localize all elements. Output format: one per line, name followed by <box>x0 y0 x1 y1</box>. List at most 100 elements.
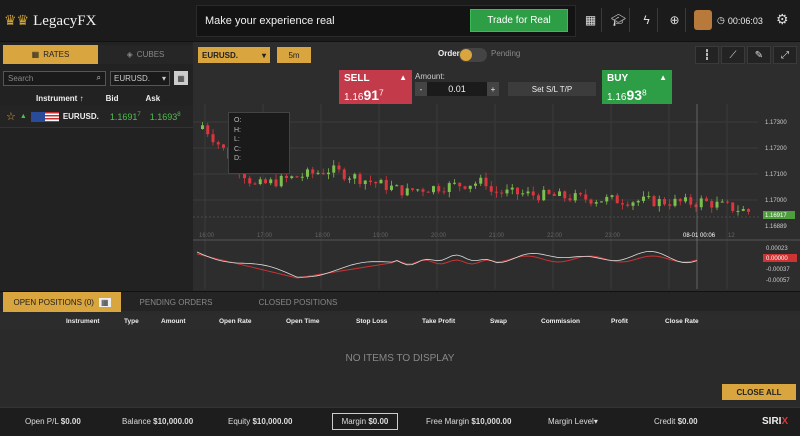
instrument-header: Instrument ↑ Bid Ask <box>0 90 193 106</box>
indicator-axis-label: -0.00037 <box>766 267 790 273</box>
star-icon[interactable]: ☆ <box>6 110 16 123</box>
session-timer: ◷ 00:06:03 <box>717 15 763 26</box>
free-margin-label: Free Margin <box>426 417 470 426</box>
chart-panel: EURUSD. ▾ 5m Order Pending ┇ ⟋ ✎ ⤢ SELL … <box>193 42 800 291</box>
equity: Equity $10,000.00 <box>228 417 293 426</box>
grid-icon: ▦ <box>31 50 40 59</box>
ohlc-low: L: <box>234 136 240 143</box>
fullscreen-icon[interactable]: ⤢ <box>773 46 797 64</box>
margin-level[interactable]: Margin Level▾ <box>548 417 598 426</box>
clock-icon: ◷ <box>717 15 725 25</box>
margin-value: $0.00 <box>368 417 389 426</box>
amount-label: Amount: <box>415 72 445 81</box>
bid-price[interactable]: 1.16917 <box>110 112 141 122</box>
candlestick-icon[interactable]: ┇ <box>695 46 719 64</box>
candle-body <box>474 183 477 186</box>
tab-closed-positions[interactable]: CLOSED POSITIONS <box>253 292 343 312</box>
lightning-icon[interactable]: ϟ <box>636 8 658 32</box>
time-axis-label: 08-01 00:06 <box>683 233 716 239</box>
candle-body <box>605 196 609 202</box>
price-axis-label: 1.17300 <box>765 120 787 126</box>
price-axis-label: 1.16917 <box>765 213 787 219</box>
order-pending-toggle[interactable] <box>459 48 487 62</box>
sell-button[interactable]: SELL ▲ 1.16917 <box>339 70 412 104</box>
buy-button[interactable]: BUY ▲ 1.16938 <box>602 70 672 104</box>
col-header: Stop Loss <box>356 318 388 325</box>
set-sltp-button[interactable]: Set S/L T/P <box>508 82 596 96</box>
calendar-icon[interactable]: ▦ <box>580 8 602 32</box>
candle-body <box>621 203 624 205</box>
order-label: Order <box>438 49 460 58</box>
up-arrow-icon: ▲ <box>19 113 27 120</box>
col-bid: Bid <box>105 93 119 103</box>
top-bar: ♛♛ LegacyFX Make your experience real Tr… <box>0 0 800 42</box>
candle-body <box>615 195 619 204</box>
sell-price-sup: 7 <box>379 87 384 98</box>
candle-body <box>306 169 309 177</box>
balance-label: Balance <box>122 417 151 426</box>
ohlc-open: O: <box>234 117 242 124</box>
candle-body <box>668 204 672 206</box>
credit: Credit $0.00 <box>654 417 698 426</box>
amount-increase-button[interactable]: + <box>487 82 499 96</box>
candle-body <box>568 198 572 201</box>
buy-arrow-icon: ▲ <box>659 73 667 82</box>
candle-body <box>542 189 546 201</box>
amount-input[interactable]: 0.01 <box>427 82 487 96</box>
col-instrument[interactable]: Instrument ↑ <box>36 94 84 103</box>
ask-sup: 8 <box>177 111 181 118</box>
tab-cubes[interactable]: ◈ CUBES <box>98 45 193 64</box>
candle-body <box>369 180 372 182</box>
col-ask: Ask <box>145 93 161 103</box>
col-header: Profit <box>611 318 628 325</box>
buy-price-big: 93 <box>626 87 643 103</box>
amount-decrease-button[interactable]: - <box>415 82 427 96</box>
candle-body <box>558 191 561 196</box>
avatar[interactable] <box>694 10 712 30</box>
candle-body <box>342 169 346 180</box>
ask-price[interactable]: 1.16938 <box>150 112 181 122</box>
tab-open-positions[interactable]: OPEN POSITIONS (0) ▦ <box>3 292 121 312</box>
candle-body <box>332 165 336 173</box>
free-margin-value: $10,000.00 <box>471 417 512 426</box>
plus-circle-icon[interactable]: ⊕ <box>664 8 686 32</box>
eurusd-flag-icon <box>30 111 59 122</box>
ohlc-high: H: <box>234 126 241 134</box>
trade-for-real-button[interactable]: Trade for Real <box>470 9 568 32</box>
margin[interactable]: Margin $0.00 <box>332 413 398 430</box>
candle-body <box>663 199 666 205</box>
candle-body <box>285 175 288 178</box>
symbol-filter-select[interactable]: EURUSD. ▾ <box>110 70 170 86</box>
close-all-button[interactable]: CLOSE ALL <box>722 384 796 400</box>
timer-value: 00:06:03 <box>727 15 763 26</box>
grid-view-button[interactable]: ▦ <box>174 71 188 85</box>
time-axis-label: 20:00 <box>431 233 447 239</box>
margin-level-label: Margin Level <box>548 417 594 426</box>
candle-body <box>447 183 451 192</box>
bid-sup: 7 <box>137 111 141 118</box>
search-input[interactable]: Search ⌕ <box>3 70 106 86</box>
candle-body <box>358 174 362 185</box>
tab-rates[interactable]: ▦ RATES <box>3 45 98 64</box>
amount-stepper: - 0.01 + <box>415 82 499 96</box>
tab-pending-orders[interactable]: PENDING ORDERS <box>136 292 216 312</box>
positions-columns: Instrument Type Amount Open Rate Open Ti… <box>0 314 800 330</box>
line-chart-icon[interactable]: ⟋ <box>721 46 745 64</box>
positions-body <box>0 330 800 404</box>
timeframe-button[interactable]: 5m <box>277 47 311 63</box>
candle-body <box>201 125 204 129</box>
graduation-cap-icon[interactable]: 🎓︎ <box>608 8 630 32</box>
candle-body <box>715 201 719 208</box>
candle-body <box>274 179 278 187</box>
candle-body <box>547 189 551 194</box>
candle-body <box>652 196 656 207</box>
buy-label: BUY <box>607 73 629 84</box>
candle-body <box>421 189 425 192</box>
candle-body <box>657 199 661 207</box>
candle-body <box>463 186 467 189</box>
instrument-row[interactable]: ☆ ▲ EURUSD. 1.16917 1.16938 <box>0 106 193 128</box>
draw-tool-icon[interactable]: ✎ <box>747 46 771 64</box>
candle-body <box>610 195 614 197</box>
pair-select[interactable]: EURUSD. ▾ <box>198 47 270 63</box>
gear-icon[interactable]: ⚙ <box>776 11 789 28</box>
